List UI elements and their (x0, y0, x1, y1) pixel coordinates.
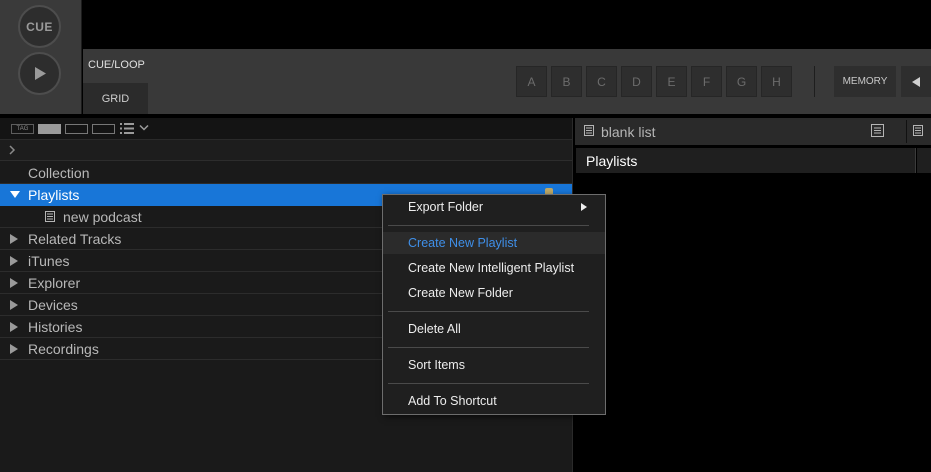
menu-item-label: Create New Intelligent Playlist (408, 261, 575, 275)
column-header-end (917, 148, 931, 173)
submenu-arrow-icon (581, 203, 587, 211)
menu-item-create-new-playlist[interactable]: Create New Playlist (383, 232, 605, 254)
triangle-right-icon[interactable] (10, 256, 18, 266)
hot-cue-c[interactable]: C (586, 66, 617, 97)
playlist-doc-icon (584, 125, 594, 136)
menu-item-create-new-intelligent-playlist[interactable]: Create New Intelligent Playlist (383, 257, 605, 279)
menu-item-sort-items[interactable]: Sort Items (383, 354, 605, 376)
chevron-down-icon[interactable] (139, 124, 149, 132)
view-mode-button-1[interactable] (38, 124, 61, 134)
playlist-doc-icon (45, 211, 55, 222)
triangle-right-icon[interactable] (10, 234, 18, 244)
hot-cue-e[interactable]: E (656, 66, 687, 97)
cue-button[interactable]: CUE (18, 5, 61, 48)
menu-item-label: Delete All (408, 322, 461, 336)
play-icon (35, 67, 46, 80)
menu-separator (388, 383, 589, 384)
tree-item-label: Playlists (28, 187, 80, 203)
menu-item-label: Export Folder (408, 200, 484, 214)
menu-item-add-to-shortcut[interactable]: Add To Shortcut (383, 390, 605, 412)
column-header-playlists[interactable]: Playlists (576, 148, 916, 173)
triangle-right-icon[interactable] (10, 322, 18, 332)
tree-item-collection[interactable]: Collection (0, 162, 572, 184)
hot-cue-f[interactable]: F (691, 66, 722, 97)
waveform-area (83, 0, 931, 49)
menu-item-label: Add To Shortcut (408, 394, 497, 408)
divider (814, 66, 815, 97)
tree-item-label: Collection (28, 165, 90, 181)
menu-separator (388, 225, 589, 226)
hot-cue-a[interactable]: A (516, 66, 547, 97)
deck-control-bar (83, 49, 931, 114)
context-menu: Export Folder Create New Playlist Create… (382, 194, 606, 415)
menu-separator (388, 311, 589, 312)
triangle-right-icon[interactable] (10, 344, 18, 354)
browser-toolbar: TAG (0, 118, 572, 140)
column-header-label: Playlists (586, 153, 638, 169)
list-view-icon[interactable] (120, 123, 134, 134)
cue-loop-tab[interactable]: CUE/LOOP (88, 59, 145, 71)
menu-item-label: Create New Folder (408, 286, 513, 300)
hot-cue-d[interactable]: D (621, 66, 652, 97)
view-mode-button-3[interactable] (92, 124, 115, 134)
hot-cue-b[interactable]: B (551, 66, 582, 97)
menu-item-label: Sort Items (408, 358, 465, 372)
menu-item-label: Create New Playlist (408, 236, 518, 250)
tree-item-label: new podcast (63, 209, 142, 225)
menu-item-create-new-folder[interactable]: Create New Folder (383, 282, 605, 304)
arrow-left-icon (912, 76, 920, 87)
tree-item-label: iTunes (28, 253, 70, 269)
tree-item-label: Related Tracks (28, 231, 122, 247)
menu-separator (388, 347, 589, 348)
menu-item-export-folder[interactable]: Export Folder (383, 196, 605, 218)
memory-button[interactable]: MEMORY (834, 66, 896, 97)
hot-cue-h[interactable]: H (761, 66, 792, 97)
info-panel-icon[interactable] (871, 124, 884, 137)
previous-memory-button[interactable] (901, 66, 931, 97)
chevron-right-icon[interactable] (8, 145, 16, 155)
divider (906, 120, 907, 143)
tree-item-label: Explorer (28, 275, 81, 291)
triangle-down-icon[interactable] (10, 190, 20, 199)
browser-path-bar[interactable] (0, 140, 572, 161)
deck-transport-panel: CUE (0, 0, 82, 114)
triangle-right-icon[interactable] (10, 300, 18, 310)
play-button[interactable] (18, 52, 61, 95)
view-mode-button-2[interactable] (65, 124, 88, 134)
track-list-header: blank list (575, 118, 931, 145)
triangle-right-icon[interactable] (10, 278, 18, 288)
tree-item-label: Histories (28, 319, 83, 335)
menu-item-delete-all[interactable]: Delete All (383, 318, 605, 340)
track-list-panel: blank list Playlists (572, 118, 931, 472)
grid-tab[interactable]: GRID (83, 83, 148, 114)
tag-button[interactable]: TAG (11, 124, 34, 134)
hot-cue-g[interactable]: G (726, 66, 757, 97)
track-list-title: blank list (601, 124, 656, 140)
tree-item-label: Recordings (28, 341, 99, 357)
playlist-doc-icon[interactable] (913, 125, 923, 136)
tree-item-label: Devices (28, 297, 78, 313)
